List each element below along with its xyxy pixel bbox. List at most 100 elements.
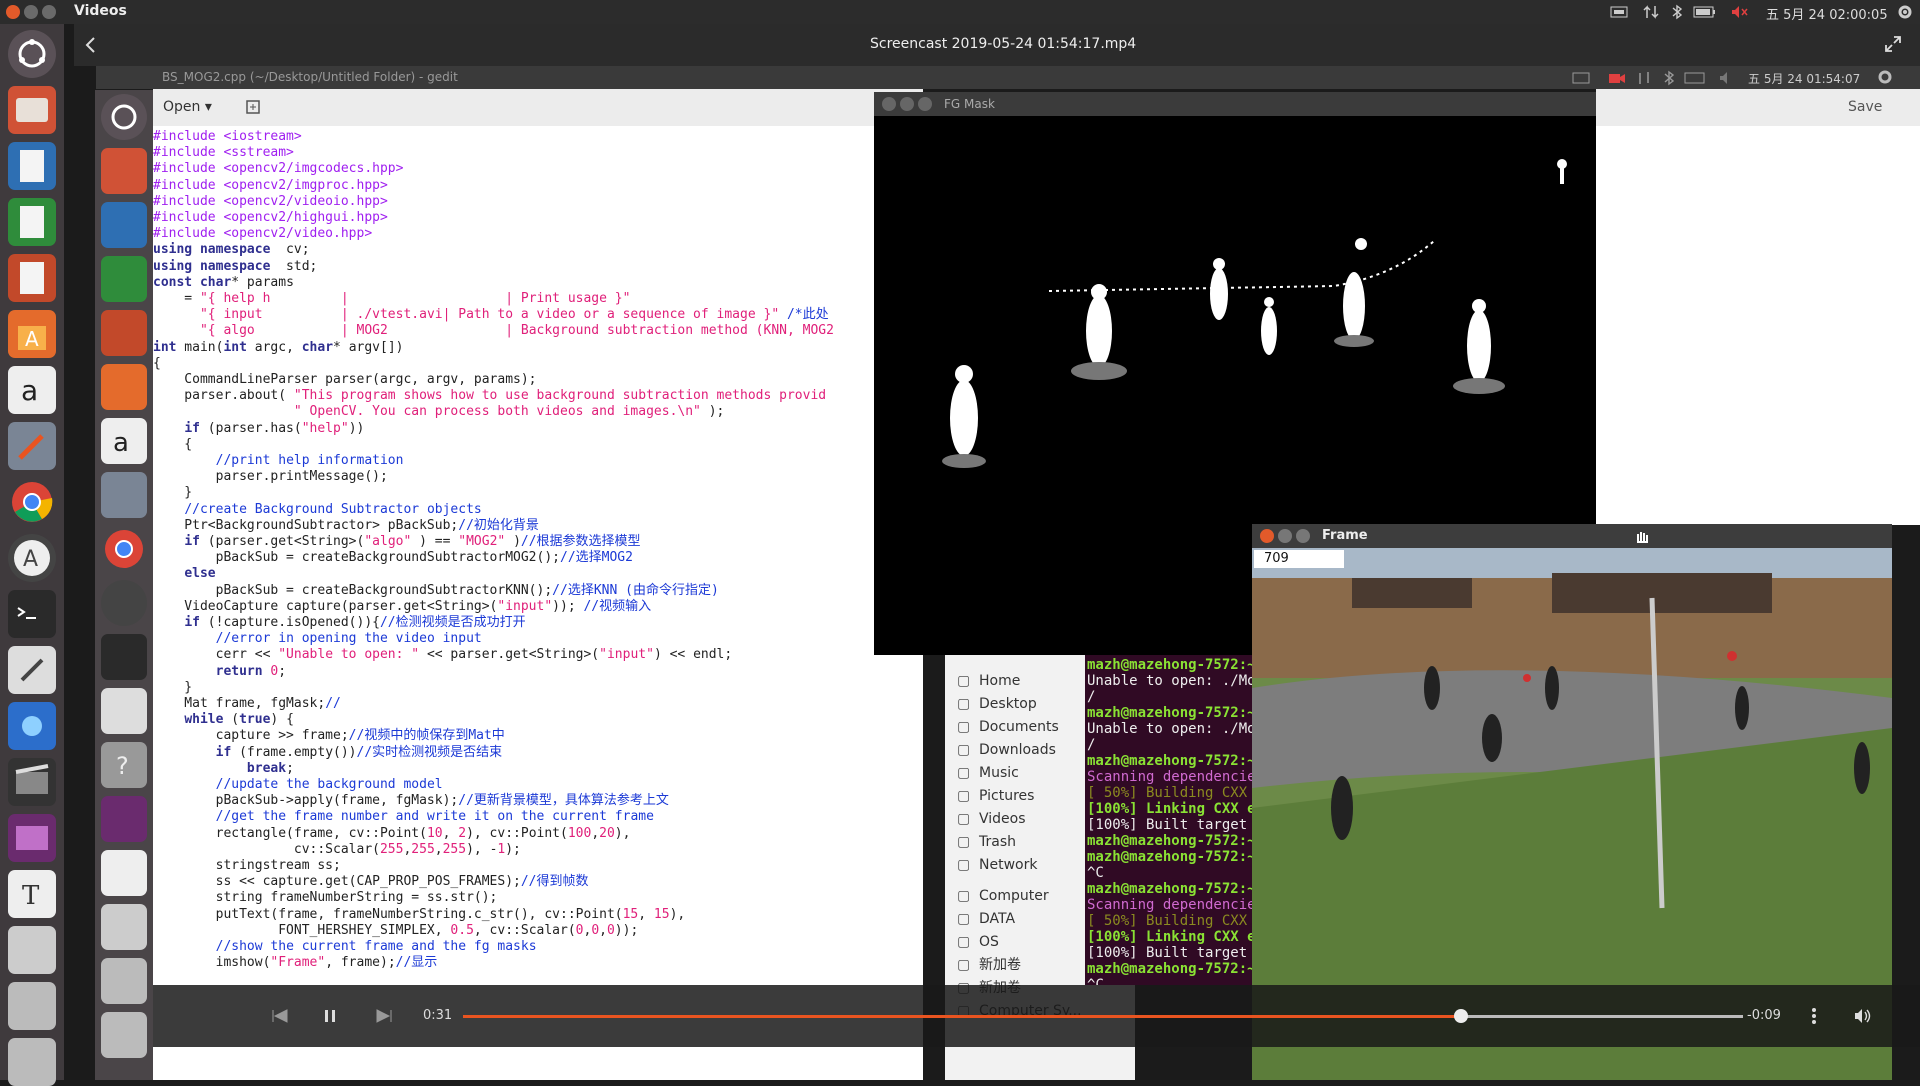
save-button[interactable]: Save — [1848, 99, 1882, 115]
battery-icon[interactable] — [1684, 71, 1708, 85]
back-arrow-icon[interactable] — [82, 36, 100, 54]
sidebar-place-item[interactable]: ▢ Network — [957, 853, 1037, 877]
code-line[interactable]: else — [153, 566, 215, 582]
sidebar-place-item[interactable]: ▢ Downloads — [957, 738, 1056, 762]
terminal-icon[interactable] — [8, 590, 56, 638]
code-line[interactable]: " OpenCV. You can process both videos an… — [153, 404, 724, 420]
font-viewer-icon[interactable] — [101, 850, 147, 896]
code-line[interactable]: if (!capture.isOpened()){//检测视频是否成功打开 — [153, 615, 525, 631]
code-line[interactable]: //error in opening the video input — [153, 631, 482, 647]
ubuntu-dash-icon[interactable] — [8, 30, 56, 78]
close-window-button[interactable] — [882, 97, 896, 111]
impress-icon[interactable] — [8, 254, 56, 302]
code-line[interactable]: string frameNumberString = ss.str(); — [153, 890, 498, 906]
chrome-icon[interactable] — [101, 526, 147, 572]
drive-icon[interactable] — [8, 926, 56, 974]
software-center-icon[interactable]: A — [8, 310, 56, 358]
code-line[interactable]: "{ input | ./vtest.avi| Path to a video … — [153, 307, 829, 323]
minimize-window-button[interactable] — [900, 97, 914, 111]
code-line[interactable]: stringstream ss; — [153, 858, 341, 874]
volume-muted-icon[interactable] — [1730, 4, 1750, 20]
amazon-icon[interactable]: a — [8, 366, 56, 414]
sidebar-place-item[interactable]: ▢ Home — [957, 669, 1020, 693]
code-line[interactable]: Mat frame, fgMask;// — [153, 696, 341, 712]
keyboard-icon[interactable] — [1610, 4, 1628, 20]
fullscreen-icon[interactable] — [1884, 35, 1902, 53]
screenshot-icon[interactable] — [8, 702, 56, 750]
code-line[interactable]: parser.printMessage(); — [153, 469, 388, 485]
code-line[interactable]: //update the background model — [153, 777, 443, 793]
code-line[interactable]: parser.about( "This program shows how to… — [153, 388, 826, 404]
drive-icon[interactable] — [101, 904, 147, 950]
code-line[interactable]: //print help information — [153, 453, 404, 469]
text-editor-icon[interactable] — [8, 646, 56, 694]
minimize-window-button[interactable] — [24, 5, 38, 19]
sidebar-place-item[interactable]: ▢ Trash — [957, 830, 1016, 854]
code-line[interactable]: #include <iostream> — [153, 129, 302, 145]
drive-icon-3[interactable] — [101, 1012, 147, 1058]
writer-icon[interactable] — [101, 202, 147, 248]
font-viewer-icon[interactable]: T — [8, 870, 56, 918]
code-line[interactable]: capture >> frame;//视频中的帧保存到Mat中 — [153, 728, 505, 744]
minimize-window-button[interactable] — [1278, 529, 1292, 543]
code-line[interactable]: pBackSub->apply(frame, fgMask);//更新背景模型，… — [153, 793, 669, 809]
volume-icon[interactable] — [1718, 70, 1738, 86]
sidebar-place-item[interactable]: ▢ 新加卷 — [957, 953, 1021, 977]
ubuntu-dash-icon[interactable] — [101, 94, 147, 140]
maximize-window-button[interactable] — [1296, 529, 1310, 543]
gear-icon[interactable] — [1896, 3, 1914, 21]
code-line[interactable]: //get the frame number and write it on t… — [153, 809, 654, 825]
code-line[interactable]: pBackSub = createBackgroundSubtractorKNN… — [153, 583, 719, 599]
code-line[interactable]: { — [153, 437, 192, 453]
workspace-icon[interactable] — [8, 814, 56, 862]
pause-icon[interactable] — [323, 1009, 337, 1023]
code-line[interactable]: if (parser.has("help")) — [153, 421, 364, 437]
code-line[interactable]: } — [153, 485, 192, 501]
network-icon[interactable] — [1643, 4, 1659, 20]
code-line[interactable]: cv::Scalar(255,255,255), -1); — [153, 842, 521, 858]
text-editor-icon[interactable] — [101, 688, 147, 734]
new-document-icon[interactable] — [245, 99, 261, 115]
code-line[interactable]: //create Background Subtractor objects — [153, 502, 481, 518]
code-line[interactable]: FONT_HERSHEY_SIMPLEX, 0.5, cv::Scalar(0,… — [153, 923, 638, 939]
code-line[interactable]: CommandLineParser parser(argc, argv, par… — [153, 372, 536, 388]
network-icon[interactable] — [1636, 70, 1652, 86]
code-line[interactable]: using namespace std; — [153, 259, 317, 275]
sidebar-place-item[interactable]: ▢ Computer — [957, 884, 1049, 908]
code-line[interactable]: while (true) { — [153, 712, 294, 728]
code-line[interactable]: rectangle(frame, cv::Point(10, 2), cv::P… — [153, 826, 631, 842]
impress-icon[interactable] — [101, 310, 147, 356]
code-line[interactable]: } — [153, 680, 192, 696]
gear-icon[interactable] — [1876, 68, 1894, 86]
maximize-window-button[interactable] — [918, 97, 932, 111]
drive-icon-2[interactable] — [8, 982, 56, 1030]
code-line[interactable]: const char* params — [153, 275, 294, 291]
sidebar-place-item[interactable]: ▢ DATA — [957, 907, 1015, 931]
code-line[interactable]: int main(int argc, char* argv[]) — [153, 340, 404, 356]
close-window-button[interactable] — [6, 5, 20, 19]
code-line[interactable]: if (frame.empty())//实时检测视频是否结束 — [153, 745, 503, 761]
calc-icon[interactable] — [101, 256, 147, 302]
bluetooth-icon[interactable] — [1670, 4, 1684, 20]
code-line[interactable]: return 0; — [153, 664, 286, 680]
terminal-window[interactable]: mazh@mazehong-7572:~ Unable to open: ./Mo… — [1085, 655, 1253, 985]
seek-handle[interactable] — [1454, 1009, 1469, 1023]
code-line[interactable]: if (parser.get<String>("algo" ) == "MOG2… — [153, 534, 640, 550]
sidebar-place-item[interactable]: ▢ Documents — [957, 715, 1059, 739]
software-center-icon[interactable] — [101, 364, 147, 410]
sidebar-place-item[interactable]: ▢ Videos — [957, 807, 1026, 831]
open-button[interactable]: Open ▾ — [163, 95, 227, 119]
record-icon[interactable] — [1608, 70, 1626, 86]
bluetooth-icon[interactable] — [1662, 70, 1676, 86]
sidebar-place-item[interactable]: ▢ Desktop — [957, 692, 1037, 716]
system-clock[interactable]: 五 5月 24 02:00:05 — [1766, 4, 1888, 23]
battery-icon[interactable] — [1693, 5, 1717, 19]
code-line[interactable]: #include <opencv2/imgproc.hpp> — [153, 178, 388, 194]
code-line[interactable]: { — [153, 356, 161, 372]
files-icon[interactable] — [8, 86, 56, 134]
code-line[interactable]: "{ algo | MOG2 | Background subtraction … — [153, 323, 834, 339]
next-icon[interactable] — [375, 1009, 393, 1023]
more-options-icon[interactable] — [1811, 1007, 1817, 1025]
volume-icon[interactable] — [1853, 1007, 1873, 1025]
code-line[interactable]: = "{ help h | | Print usage }" — [153, 291, 630, 307]
